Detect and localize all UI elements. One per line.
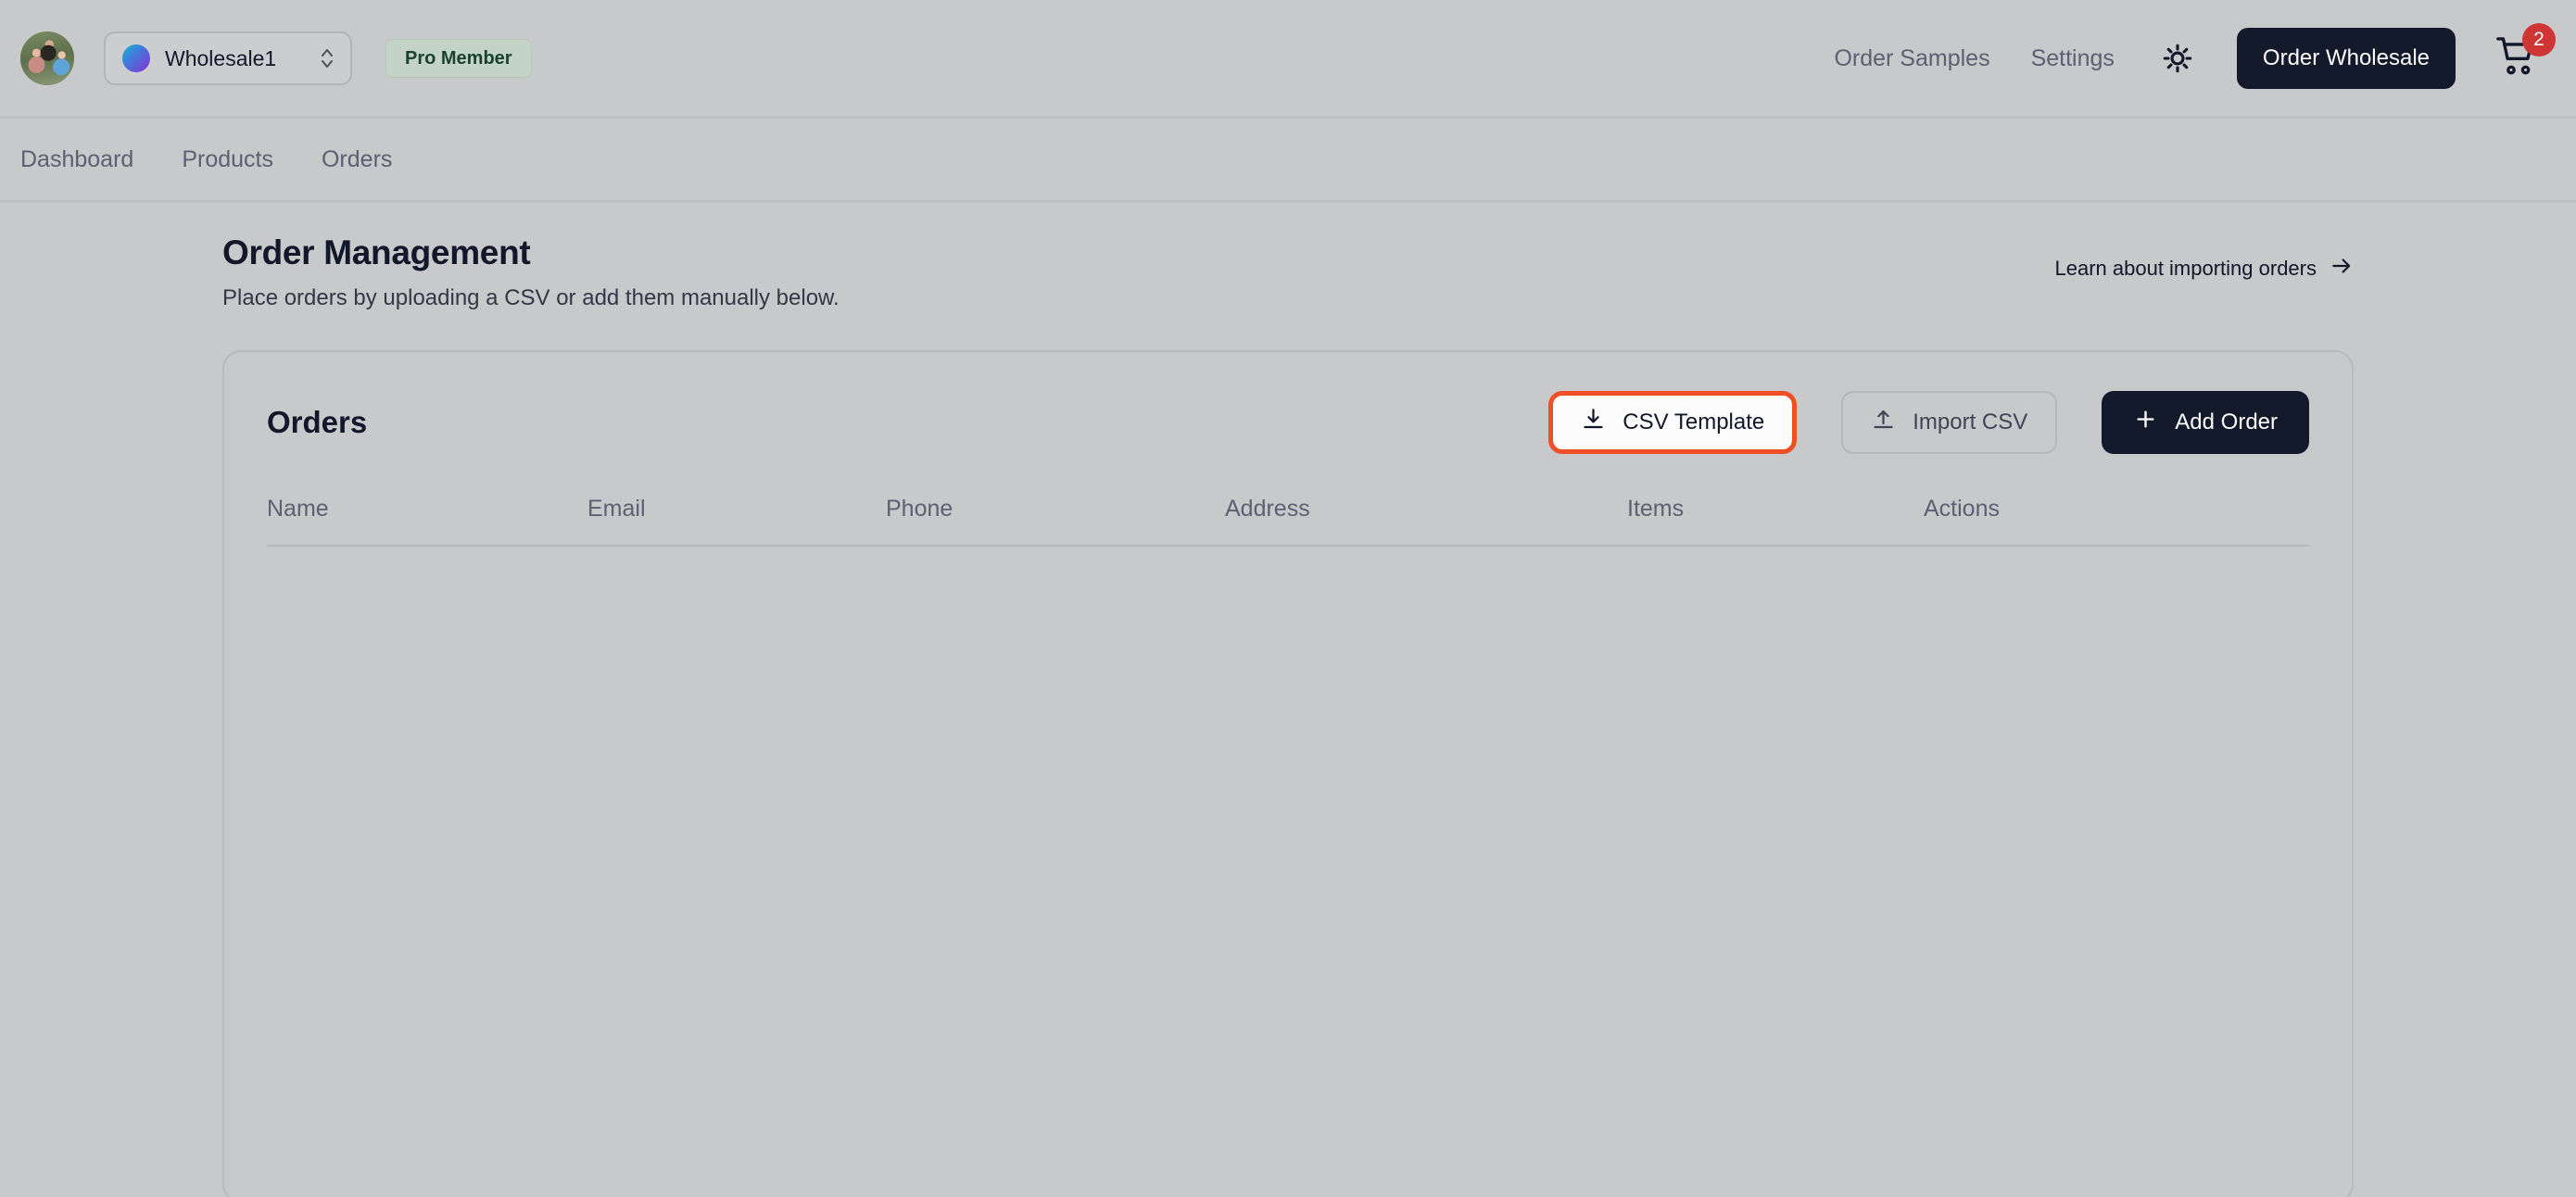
orders-card-header: Orders CSV Template [267,389,2309,456]
upload-icon [1871,407,1896,438]
pro-member-badge: Pro Member [385,39,532,78]
sun-icon[interactable] [2155,36,2200,81]
plus-icon [2133,407,2158,438]
page-content: Order Management Place orders by uploadi… [0,202,2576,1197]
top-header-bar: Wholesale1 Pro Member Order Samples Sett… [0,0,2576,119]
subnav-item-dashboard[interactable]: Dashboard [20,146,133,173]
workspace-selector[interactable]: Wholesale1 [104,32,352,85]
order-wholesale-button[interactable]: Order Wholesale [2237,28,2456,89]
page-title: Order Management [222,233,840,272]
arrow-right-icon [2330,254,2354,284]
column-header-name: Name [267,496,587,523]
orders-table: Name Email Phone Address Items Actions [267,487,2309,1195]
import-csv-label: Import CSV [1913,410,2027,435]
nav-link-order-samples[interactable]: Order Samples [1834,45,1989,72]
csv-template-label: CSV Template [1623,410,1764,435]
column-header-actions: Actions [1924,496,2309,523]
orders-table-body-empty [267,547,2309,1195]
learn-link-label: Learn about importing orders [2055,257,2317,281]
orders-table-header-row: Name Email Phone Address Items Actions [267,487,2309,547]
orders-card: Orders CSV Template [222,350,2354,1197]
cart-count-badge: 2 [2522,23,2556,57]
column-header-address: Address [1225,496,1627,523]
avatar[interactable] [20,32,74,85]
orders-card-actions: CSV Template Import CSV [1548,391,2309,454]
workspace-color-dot [122,44,150,72]
secondary-navigation: Dashboard Products Orders [0,119,2576,202]
page-subtitle: Place orders by uploading a CSV or add t… [222,285,840,311]
page-header-text: Order Management Place orders by uploadi… [222,233,840,311]
column-header-email: Email [587,496,886,523]
add-order-label: Add Order [2175,410,2278,435]
import-csv-button[interactable]: Import CSV [1841,391,2057,454]
subnav-item-orders[interactable]: Orders [322,146,392,173]
page-header: Order Management Place orders by uploadi… [222,233,2354,311]
chevron-up-down-icon [319,44,335,72]
csv-template-button[interactable]: CSV Template [1548,391,1797,454]
nav-link-settings[interactable]: Settings [2031,45,2115,72]
column-header-phone: Phone [886,496,1225,523]
download-icon [1581,407,1606,438]
orders-card-title: Orders [267,405,367,440]
add-order-button[interactable]: Add Order [2102,391,2309,454]
workspace-name: Wholesale1 [165,46,304,71]
cart-button[interactable]: 2 [2491,32,2543,84]
subnav-item-products[interactable]: Products [182,146,273,173]
column-header-items: Items [1627,496,1924,523]
learn-about-importing-orders-link[interactable]: Learn about importing orders [2055,254,2355,284]
